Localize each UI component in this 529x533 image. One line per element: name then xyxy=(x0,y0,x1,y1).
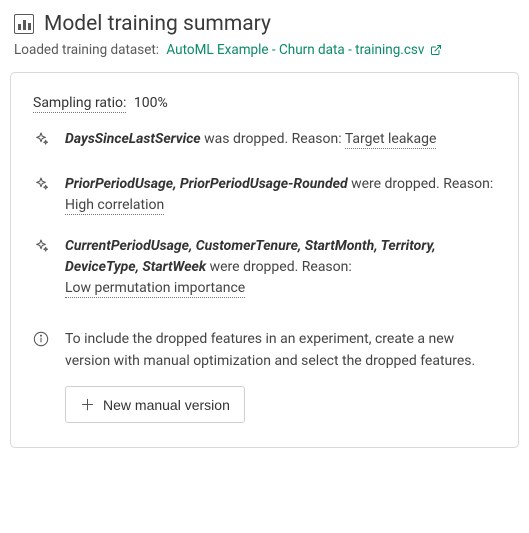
page-header: Model training summary xyxy=(10,10,519,42)
dataset-link[interactable]: AutoML Example - Churn data - training.c… xyxy=(166,42,441,58)
new-manual-version-button[interactable]: ＋ New manual version xyxy=(65,386,245,423)
plus-icon: ＋ xyxy=(80,394,95,415)
bar-chart-icon xyxy=(14,14,34,34)
drop-reason[interactable]: High correlation xyxy=(65,197,164,215)
drop-verb: were dropped. Reason: xyxy=(348,176,494,192)
subhead-prefix: Loaded training dataset: xyxy=(14,42,159,58)
sparkle-icon xyxy=(33,236,51,299)
dataset-subhead: Loaded training dataset: AutoML Example … xyxy=(10,42,519,72)
sparkle-icon xyxy=(33,174,51,216)
info-block: To include the dropped features in an ex… xyxy=(33,329,496,423)
dropped-features-list: DaysSinceLastService was dropped. Reason… xyxy=(33,129,496,299)
sparkle-icon xyxy=(33,129,51,154)
external-link-icon xyxy=(428,42,442,58)
sampling-value: 100% xyxy=(134,95,168,111)
info-text: To include the dropped features in an ex… xyxy=(65,329,496,372)
button-label: New manual version xyxy=(103,397,230,413)
sampling-label: Sampling ratio: xyxy=(33,95,126,113)
drop-reason[interactable]: Target leakage xyxy=(345,131,437,149)
summary-card: Sampling ratio: 100% DaysSinceLastServic… xyxy=(10,72,519,448)
info-icon xyxy=(33,329,51,423)
drop-reason[interactable]: Low permutation importance xyxy=(65,280,245,298)
dropped-feature-names: DaysSinceLastService xyxy=(65,131,201,147)
drop-entry-content: DaysSinceLastService was dropped. Reason… xyxy=(65,129,496,154)
drop-entry: PriorPeriodUsage, PriorPeriodUsage-Round… xyxy=(33,174,496,216)
drop-verb: were dropped. Reason: xyxy=(206,259,352,275)
dropped-feature-names: PriorPeriodUsage, PriorPeriodUsage-Round… xyxy=(65,176,348,192)
page-title: Model training summary xyxy=(44,12,271,36)
drop-entry-content: CurrentPeriodUsage, CustomerTenure, Star… xyxy=(65,236,496,299)
drop-entry: CurrentPeriodUsage, CustomerTenure, Star… xyxy=(33,236,496,299)
drop-entry: DaysSinceLastService was dropped. Reason… xyxy=(33,129,496,154)
sampling-row: Sampling ratio: 100% xyxy=(33,95,496,111)
dataset-link-text: AutoML Example - Churn data - training.c… xyxy=(166,42,424,58)
drop-verb: was dropped. Reason: xyxy=(201,131,345,147)
drop-entry-content: PriorPeriodUsage, PriorPeriodUsage-Round… xyxy=(65,174,496,216)
